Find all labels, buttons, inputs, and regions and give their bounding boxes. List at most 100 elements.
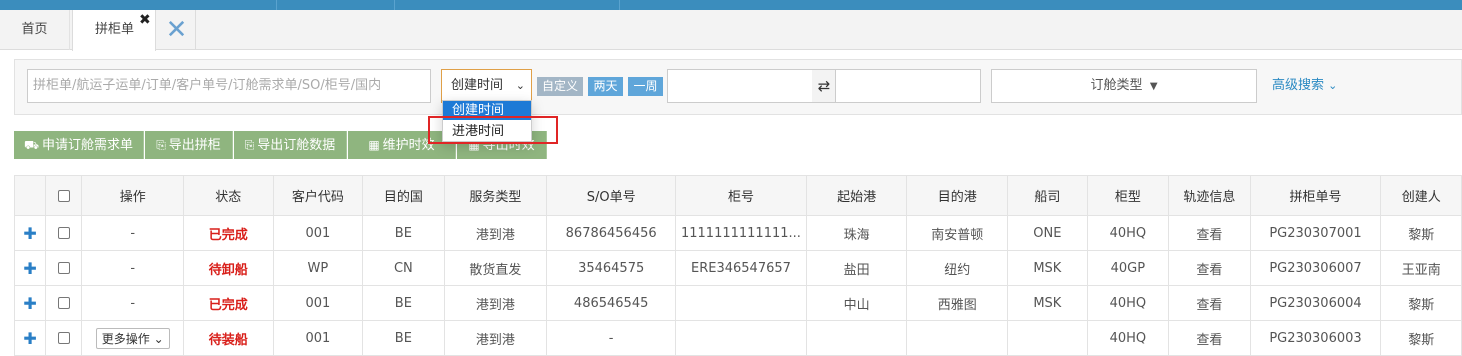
top-nav-segment[interactable] xyxy=(40,0,277,10)
row-checkbox[interactable] xyxy=(45,320,83,356)
cell-dest: 纽约 xyxy=(906,250,1009,286)
start-date-input[interactable] xyxy=(667,69,813,103)
truck-icon: ⛟ xyxy=(23,138,40,152)
cell-country: BE xyxy=(362,320,445,356)
column-header: 目的港 xyxy=(906,175,1009,216)
cell-type: 40HQ xyxy=(1086,285,1170,321)
order-link[interactable]: PG230307001 xyxy=(1249,215,1382,251)
expand-row-icon[interactable]: ✚ xyxy=(13,320,47,356)
cell-so: 35464575 xyxy=(546,250,677,286)
export-booking-data-button[interactable]: ⎘ 导出订舱数据 xyxy=(234,131,347,159)
tab-home[interactable]: 首页 xyxy=(0,10,70,50)
quick-week-button[interactable]: 一周 xyxy=(628,77,663,96)
cell-creator: 黎斯 xyxy=(1380,215,1462,251)
cell-origin: 盐田 xyxy=(805,250,908,286)
cell-so: 86786456456 xyxy=(546,215,677,251)
caret-down-icon: ▼ xyxy=(1146,81,1158,92)
export-icon: ⎘ xyxy=(244,138,255,152)
track-link[interactable]: 查看 xyxy=(1168,285,1251,321)
cell-country: CN xyxy=(362,250,445,286)
date-type-select[interactable]: 创建时间 ⌄ xyxy=(441,69,532,103)
quick-custom-button[interactable]: 自定义 xyxy=(537,77,583,96)
column-header: 服务类型 xyxy=(443,175,548,216)
cell-customer: 001 xyxy=(272,215,364,251)
row-checkbox[interactable] xyxy=(45,250,83,286)
cell-creator: 黎斯 xyxy=(1380,320,1462,356)
cell-op: - xyxy=(81,215,185,251)
chevron-down-icon: ⌄ xyxy=(1328,79,1338,92)
calendar-icon: ▦ xyxy=(368,138,380,152)
track-link[interactable]: 查看 xyxy=(1168,320,1251,356)
table-row: ✚ 更多操作 ⌄ 待装船 001 BE 港到港 - 40HQ 查看 PG2303… xyxy=(13,320,1462,356)
column-header: 目的国 xyxy=(362,175,445,216)
cell-carrier: MSK xyxy=(1007,285,1088,321)
highlight-annotation-box xyxy=(428,116,558,144)
advanced-search-label: 高级搜索 xyxy=(1272,78,1325,93)
track-link[interactable]: 查看 xyxy=(1168,250,1251,286)
select-all-checkbox[interactable] xyxy=(45,175,83,216)
order-link[interactable]: PG230306003 xyxy=(1249,320,1382,356)
column-header: 起始港 xyxy=(805,175,908,216)
tab-bar: 首页 拼柜单 ✖ ✕ xyxy=(0,10,1462,51)
cell-creator: 王亚南 xyxy=(1380,250,1462,286)
date-type-select-value: 创建时间 xyxy=(451,78,504,93)
cell-carrier: MSK xyxy=(1007,250,1088,286)
top-nav-segment[interactable] xyxy=(395,0,620,10)
column-header: S/O单号 xyxy=(546,175,677,216)
expand-row-icon[interactable]: ✚ xyxy=(13,215,47,251)
column-header: 柜型 xyxy=(1086,175,1170,216)
cell-country: BE xyxy=(362,285,445,321)
cell-container: 1111111111111... xyxy=(675,215,807,251)
swap-icon[interactable]: ⇄ xyxy=(812,69,836,103)
checkbox-icon xyxy=(57,227,70,239)
column-header: 拼柜单号 xyxy=(1249,175,1382,216)
order-link[interactable]: PG230306004 xyxy=(1249,285,1382,321)
column-header: 客户代码 xyxy=(272,175,364,216)
cell-service: 港到港 xyxy=(443,320,548,356)
apply-booking-label: 申请订舱需求单 xyxy=(42,138,134,153)
more-actions-label: 更多操作 xyxy=(101,331,150,346)
maintain-schedule-label: 维护时效 xyxy=(382,138,435,153)
close-all-tabs-icon[interactable]: ✕ xyxy=(158,10,196,50)
expand-row-icon[interactable]: ✚ xyxy=(13,285,47,321)
checkbox-icon xyxy=(57,189,70,202)
tab-consolidation[interactable]: 拼柜单 ✖ xyxy=(72,10,156,51)
cell-customer: 001 xyxy=(272,285,364,321)
column-header: 船司 xyxy=(1007,175,1088,216)
cell-op: - xyxy=(81,285,185,321)
table-row: ✚ - 已完成 001 BE 港到港 86786456456 111111111… xyxy=(13,215,1462,251)
order-link[interactable]: PG230306007 xyxy=(1249,250,1382,286)
expand-row-icon[interactable]: ✚ xyxy=(13,250,47,286)
advanced-search-link[interactable]: 高级搜索 ⌄ xyxy=(1272,69,1337,103)
end-date-input[interactable] xyxy=(835,69,981,103)
cell-carrier: ONE xyxy=(1007,215,1088,251)
cell-creator: 黎斯 xyxy=(1380,285,1462,321)
export-consolidation-button[interactable]: ⎘ 导出拼柜 xyxy=(145,131,233,159)
cell-container xyxy=(675,285,807,321)
column-header: 轨迹信息 xyxy=(1168,175,1251,216)
row-checkbox[interactable] xyxy=(45,285,83,321)
track-link[interactable]: 查看 xyxy=(1168,215,1251,251)
top-nav-segment[interactable] xyxy=(277,0,395,10)
quick-two-days-button[interactable]: 两天 xyxy=(588,77,623,96)
cell-container: ERE346547657 xyxy=(675,250,807,286)
close-tab-icon[interactable]: ✖ xyxy=(139,0,151,40)
export-icon: ⎘ xyxy=(156,138,166,152)
cell-service: 港到港 xyxy=(443,285,548,321)
status-badge: 已完成 xyxy=(183,215,274,251)
status-badge: 待卸船 xyxy=(183,250,274,286)
apply-booking-button[interactable]: ⛟ 申请订舱需求单 xyxy=(14,131,144,159)
cell-customer: 001 xyxy=(272,320,364,356)
table-header-row: 操作 状态 客户代码 目的国 服务类型 S/O单号 柜号 起始港 目的港 船司 … xyxy=(13,175,1462,216)
keyword-search-input[interactable]: 拼柜单/航运子运单/订单/客户单号/订舱需求单/SO/柜号/国内 xyxy=(27,69,431,103)
row-checkbox[interactable] xyxy=(45,215,83,251)
booking-type-select[interactable]: 订舱类型 ▼ xyxy=(991,69,1257,103)
consolidation-table: 操作 状态 客户代码 目的国 服务类型 S/O单号 柜号 起始港 目的港 船司 … xyxy=(13,175,1462,356)
cell-op: - xyxy=(81,250,185,286)
chevron-down-icon: ⌄ xyxy=(515,79,525,92)
top-nav-bar xyxy=(0,0,1462,10)
cell-dest: 南安普顿 xyxy=(906,215,1009,251)
export-consolidation-label: 导出拼柜 xyxy=(168,138,221,153)
chevron-down-icon: ⌄ xyxy=(153,331,164,346)
more-actions-button[interactable]: 更多操作 ⌄ xyxy=(95,327,170,349)
